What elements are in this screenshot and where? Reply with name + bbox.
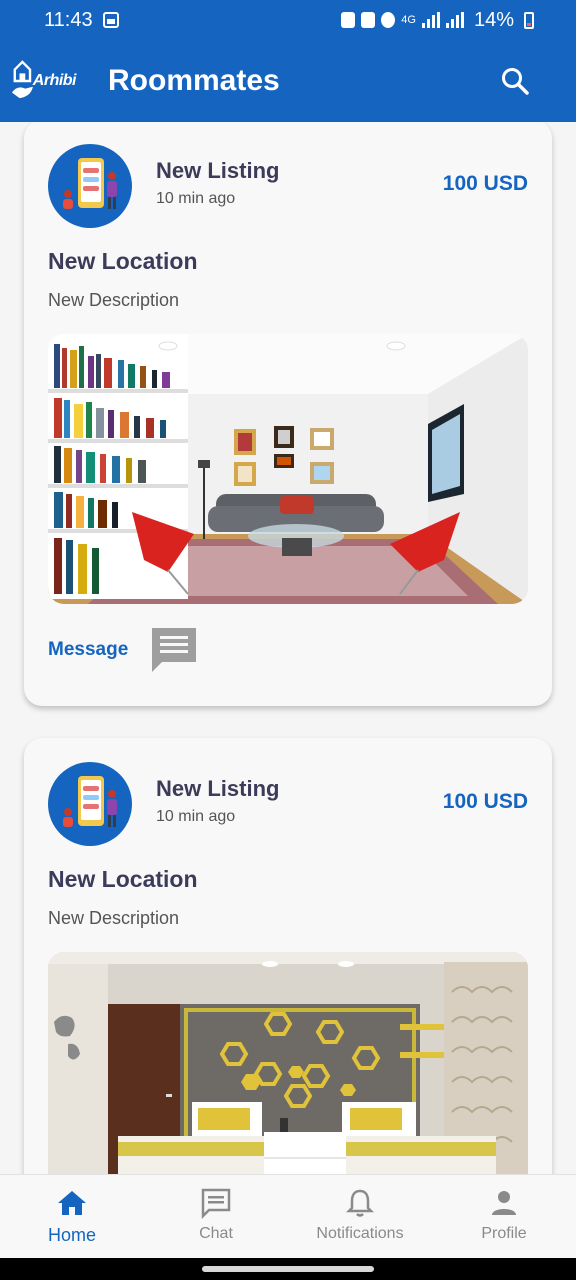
home-icon: [58, 1191, 86, 1215]
nav-chat[interactable]: Chat: [144, 1175, 288, 1259]
bell-icon: [345, 1189, 375, 1217]
message-action[interactable]: Message: [48, 624, 200, 676]
avatar: [48, 144, 132, 228]
network-type: 4G: [401, 14, 416, 26]
listing-feed[interactable]: New Listing 10 min ago 100 USD New Locat…: [0, 122, 576, 1174]
nav-home-label: Home: [47, 1225, 96, 1245]
house-hand-logo-icon: [11, 60, 33, 99]
battery-icon: [524, 11, 534, 29]
gesture-bar: [0, 1258, 576, 1280]
listing-description: New Description: [48, 908, 180, 928]
listing-location: New Location: [48, 248, 198, 274]
listing-card[interactable]: New Listing 10 min ago 100 USD New Locat…: [24, 738, 552, 1174]
page-title: Roommates: [108, 64, 280, 97]
listing-price: 100 USD: [442, 172, 528, 195]
signal-icon-2: [445, 12, 464, 28]
chat-icon: [201, 1188, 231, 1219]
app-logo[interactable]: Arhibi: [10, 56, 77, 106]
gallery-notification-icon: [102, 12, 119, 28]
poster-name: New Listing: [156, 776, 280, 801]
avatar: [48, 762, 132, 846]
nav-chat-label: Chat: [199, 1225, 233, 1242]
status-time: 11:43: [44, 8, 93, 31]
listing-card[interactable]: New Listing 10 min ago 100 USD New Locat…: [24, 122, 552, 706]
living-room-photo[interactable]: [48, 334, 528, 604]
search-icon[interactable]: [500, 66, 530, 96]
listing-location: New Location: [48, 866, 198, 892]
alarm-icon: [381, 12, 396, 28]
person-icon: [492, 1191, 516, 1215]
home-gesture-handle[interactable]: [202, 1266, 374, 1272]
nav-profile-label: Profile: [481, 1225, 527, 1242]
bedroom-photo[interactable]: [48, 952, 528, 1174]
signal-icon: [421, 12, 440, 28]
nav-notifications[interactable]: Notifications: [288, 1175, 432, 1259]
poster-name: New Listing: [156, 158, 280, 183]
status-bar: 11:43 4G 14%: [0, 0, 576, 40]
nav-notifications-label: Notifications: [316, 1225, 404, 1242]
nav-home[interactable]: Home: [0, 1175, 144, 1259]
nav-profile[interactable]: Profile: [432, 1175, 576, 1259]
chat-bubble-icon[interactable]: [148, 624, 200, 676]
sim-icon: [341, 12, 356, 28]
listing-description: New Description: [48, 290, 180, 310]
listing-price: 100 USD: [442, 790, 528, 813]
app-bar: Arhibi Roommates: [0, 40, 576, 122]
post-time: 10 min ago: [156, 808, 236, 825]
message-button[interactable]: Message: [48, 639, 128, 661]
bottom-navigation: Home Chat Notifications Profile: [0, 1174, 576, 1259]
battery-percent: 14%: [473, 8, 514, 31]
post-time: 10 min ago: [156, 190, 236, 207]
logo-text: Arhibi: [32, 72, 77, 89]
app-notification-icon: [361, 12, 376, 28]
